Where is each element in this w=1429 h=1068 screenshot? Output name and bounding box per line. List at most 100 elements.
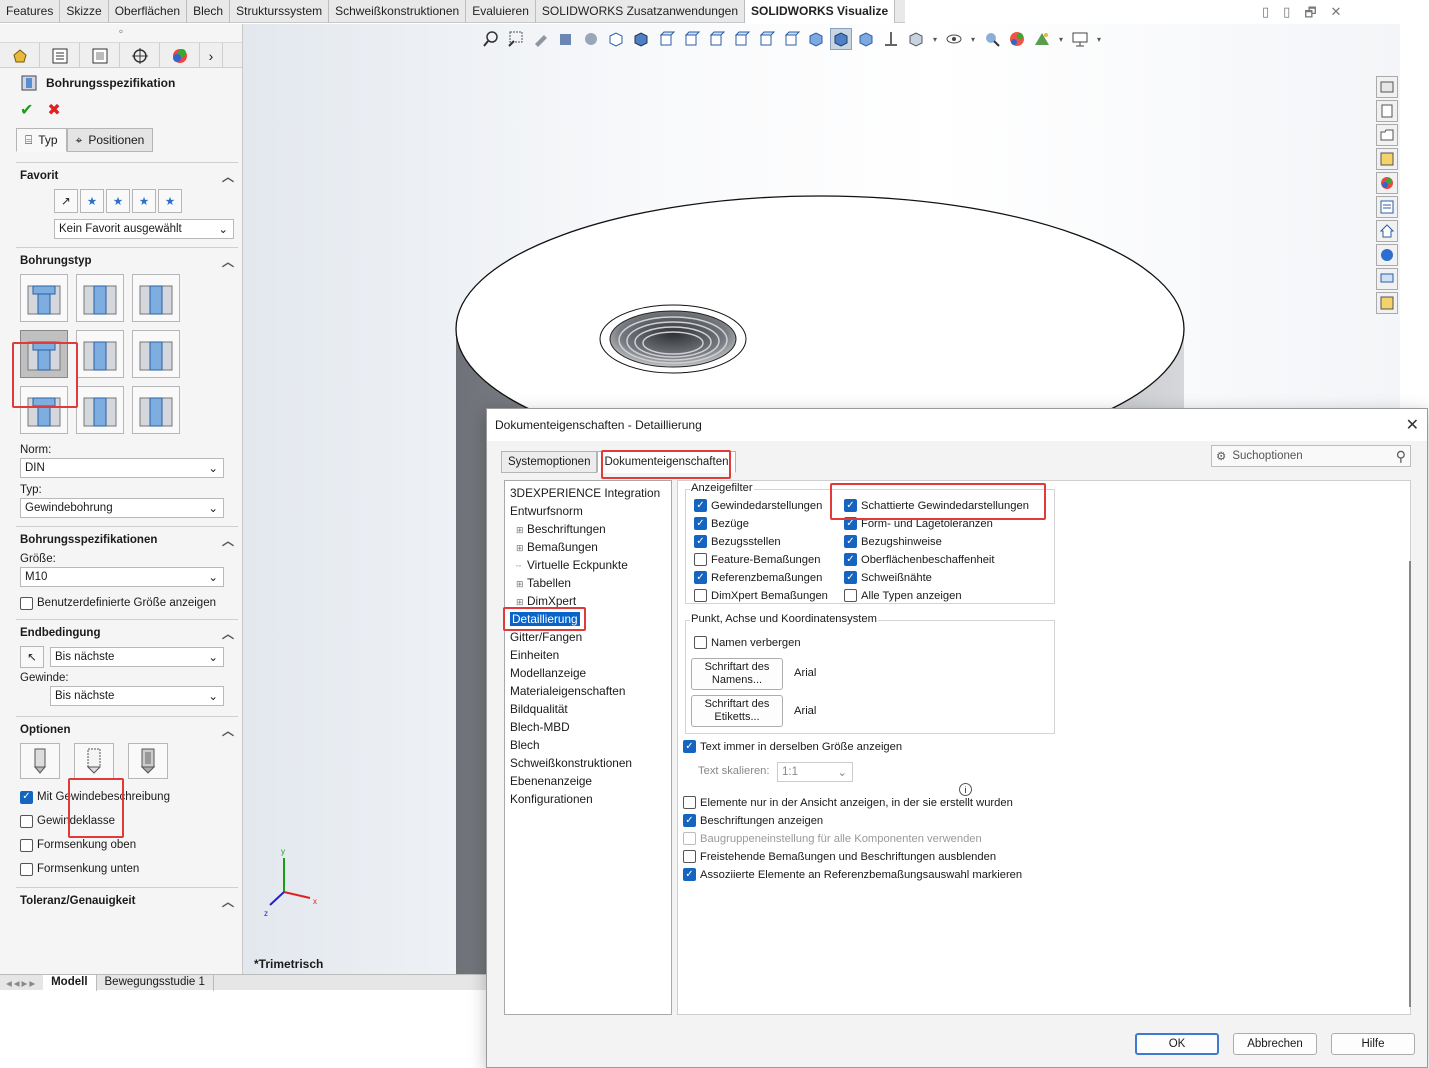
tree-item[interactable]: ⊞ Beschriftungen bbox=[510, 520, 671, 538]
expand-icon[interactable]: ⊞ bbox=[516, 521, 527, 539]
option-checkbox[interactable]: ✓ Referenzbemaßungen bbox=[694, 571, 822, 584]
expand-panel-icon[interactable]: ▯ bbox=[1283, 4, 1290, 22]
checkbox-box[interactable]: ✓ bbox=[20, 790, 33, 804]
cosmetic-thread-off-icon[interactable] bbox=[20, 743, 60, 779]
gewinde-select[interactable]: Bis nächste ⌄ bbox=[50, 686, 224, 706]
collapse-icon[interactable]: ︿ bbox=[222, 722, 234, 739]
checkbox-box[interactable]: ✓ bbox=[694, 571, 707, 584]
view-back-icon[interactable] bbox=[680, 28, 702, 50]
countersink-icon[interactable] bbox=[76, 274, 124, 322]
option-checkbox[interactable]: ✓ Mit Gewindebeschreibung bbox=[20, 785, 238, 809]
checkbox-box[interactable] bbox=[694, 553, 707, 566]
tree-item[interactable]: ⊞ Tabellen bbox=[510, 574, 671, 592]
design-library-icon[interactable] bbox=[1376, 100, 1398, 122]
tree-item[interactable]: Blech-MBD bbox=[510, 718, 671, 736]
option-checkbox[interactable]: Freistehende Bemaßungen und Beschriftung… bbox=[683, 850, 996, 863]
dropdown-chevron-icon[interactable]: ▾ bbox=[1094, 28, 1104, 50]
home-icon[interactable] bbox=[1376, 220, 1398, 242]
slot-icon[interactable] bbox=[132, 386, 180, 434]
appearances-scenes-icon[interactable] bbox=[1376, 172, 1398, 194]
option-checkbox[interactable]: ✓ Assoziierte Elemente an Referenzbemaßun… bbox=[683, 868, 1022, 881]
countersink-slot-icon[interactable] bbox=[76, 386, 124, 434]
checkbox-box[interactable] bbox=[844, 589, 857, 602]
x-icon[interactable]: ✖ bbox=[47, 100, 60, 120]
checkbox-box[interactable]: ✓ bbox=[683, 740, 696, 753]
panel-grip[interactable]: ⚬ bbox=[0, 24, 242, 42]
check-icon[interactable]: ✔ bbox=[20, 100, 33, 120]
text-same-size-checkbox[interactable]: ✓ Text immer in derselben Größe anzeigen bbox=[683, 740, 902, 753]
ribbon-tab[interactable]: Strukturssystem bbox=[230, 0, 330, 23]
checkbox-box[interactable]: ✓ bbox=[694, 517, 707, 530]
add-favorite-icon[interactable]: ★ bbox=[80, 189, 104, 213]
section-header[interactable]: Bohrungsspezifikationen ︿ bbox=[16, 527, 238, 553]
view-trimetric-icon[interactable] bbox=[830, 28, 852, 50]
option-checkbox[interactable]: DimXpert Bemaßungen bbox=[694, 589, 828, 602]
tab-scroll-icon[interactable]: ◂◂▸▸ bbox=[0, 976, 43, 990]
option-checkbox[interactable]: ✓ Bezugsstellen bbox=[694, 535, 781, 548]
checkbox-box[interactable]: ✓ bbox=[683, 868, 696, 881]
collapse-icon[interactable]: ︿ bbox=[222, 253, 234, 270]
expand-icon[interactable]: ⊞ bbox=[516, 575, 527, 593]
checkbox-box[interactable] bbox=[683, 850, 696, 863]
ribbon-tab[interactable]: SOLIDWORKS Zusatzanwendungen bbox=[536, 0, 745, 23]
ribbon-tab[interactable]: SOLIDWORKS Visualize bbox=[745, 0, 896, 23]
display-manager-icon[interactable] bbox=[160, 43, 200, 68]
scene-icon[interactable] bbox=[1031, 28, 1053, 50]
tree-item[interactable]: Bildqualität bbox=[510, 700, 671, 718]
favorite-select[interactable]: Kein Favorit ausgewählt ⌄ bbox=[54, 219, 234, 239]
option-checkbox[interactable]: ✓ Gewindedarstellungen bbox=[694, 499, 822, 512]
ribbon-tab[interactable]: Schweißkonstruktionen bbox=[329, 0, 467, 23]
checkbox-box[interactable] bbox=[694, 636, 707, 649]
ribbon-tab[interactable]: Blech bbox=[187, 0, 231, 23]
typ-select[interactable]: Gewindebohrung ⌄ bbox=[20, 498, 224, 518]
dynamic-annotation-icon[interactable] bbox=[580, 28, 602, 50]
view-isometric-icon[interactable] bbox=[805, 28, 827, 50]
previous-view-icon[interactable] bbox=[530, 28, 552, 50]
pipe-tap-icon[interactable] bbox=[76, 330, 124, 378]
view-palette-icon[interactable] bbox=[1376, 148, 1398, 170]
font-label-button[interactable]: Schriftart des Etiketts... bbox=[691, 695, 783, 727]
custom-size-checkbox[interactable]: Benutzerdefinierte Größe anzeigen bbox=[20, 593, 238, 613]
font-name-button[interactable]: Schriftart des Namens... bbox=[691, 658, 783, 690]
checkbox-box[interactable]: ✓ bbox=[694, 535, 707, 548]
apply-scene-icon[interactable] bbox=[1006, 28, 1028, 50]
tab-positionen[interactable]: ⌖ Positionen bbox=[66, 128, 154, 152]
tree-item[interactable]: Ebenenanzeige bbox=[510, 772, 671, 790]
zoom-to-fit-icon[interactable] bbox=[480, 28, 502, 50]
checkbox-box[interactable] bbox=[694, 589, 707, 602]
solidworks-resources-icon[interactable] bbox=[1376, 76, 1398, 98]
view-orientation-icon[interactable] bbox=[605, 28, 627, 50]
apply-defaults-icon[interactable]: ↗ bbox=[54, 189, 78, 213]
checkbox-box[interactable] bbox=[20, 596, 33, 610]
minimize-icon[interactable]: 🗗 bbox=[1304, 4, 1316, 22]
delete-favorite-icon[interactable]: ★ bbox=[106, 189, 130, 213]
settings-icon[interactable] bbox=[1376, 292, 1398, 314]
collapse-icon[interactable]: ︿ bbox=[222, 625, 234, 642]
property-manager-icon[interactable] bbox=[40, 43, 80, 68]
tree-item[interactable]: Modellanzeige bbox=[510, 664, 671, 682]
option-checkbox[interactable]: ✓ Oberflächenbeschaffenheit bbox=[844, 553, 995, 566]
section-header[interactable]: Optionen ︿ bbox=[16, 717, 238, 743]
checkbox-box[interactable]: ✓ bbox=[844, 553, 857, 566]
cosmetic-thread-on-icon[interactable] bbox=[74, 743, 114, 779]
checkbox-box[interactable]: ✓ bbox=[844, 571, 857, 584]
view-right-icon[interactable] bbox=[730, 28, 752, 50]
tree-item[interactable]: Konfigurationen bbox=[510, 790, 671, 808]
file-explorer-icon[interactable] bbox=[1376, 124, 1398, 146]
end-condition-select[interactable]: Bis nächste ⌄ bbox=[50, 647, 224, 667]
hole-icon[interactable] bbox=[132, 274, 180, 322]
tree-item[interactable]: ⊞ Bemaßungen bbox=[510, 538, 671, 556]
thread-remove-icon[interactable] bbox=[128, 743, 168, 779]
checkbox-box[interactable] bbox=[20, 814, 33, 828]
tree-item[interactable]: Materialeigenschaften bbox=[510, 682, 671, 700]
forum-icon[interactable] bbox=[1376, 268, 1398, 290]
chevron-right-icon[interactable]: › bbox=[200, 43, 223, 68]
search-icon[interactable]: ⚲ bbox=[1396, 448, 1406, 465]
text-scale-select[interactable]: 1:1 ⌄ bbox=[777, 762, 853, 782]
configuration-manager-icon[interactable] bbox=[80, 43, 120, 68]
checkbox-box[interactable] bbox=[20, 862, 33, 876]
option-checkbox[interactable]: ✓ Schweißnähte bbox=[844, 571, 932, 584]
feature-manager-icon[interactable] bbox=[0, 43, 40, 68]
view-front-icon[interactable] bbox=[655, 28, 677, 50]
option-checkbox[interactable]: Baugruppeneinstellung für alle Komponent… bbox=[683, 832, 982, 845]
